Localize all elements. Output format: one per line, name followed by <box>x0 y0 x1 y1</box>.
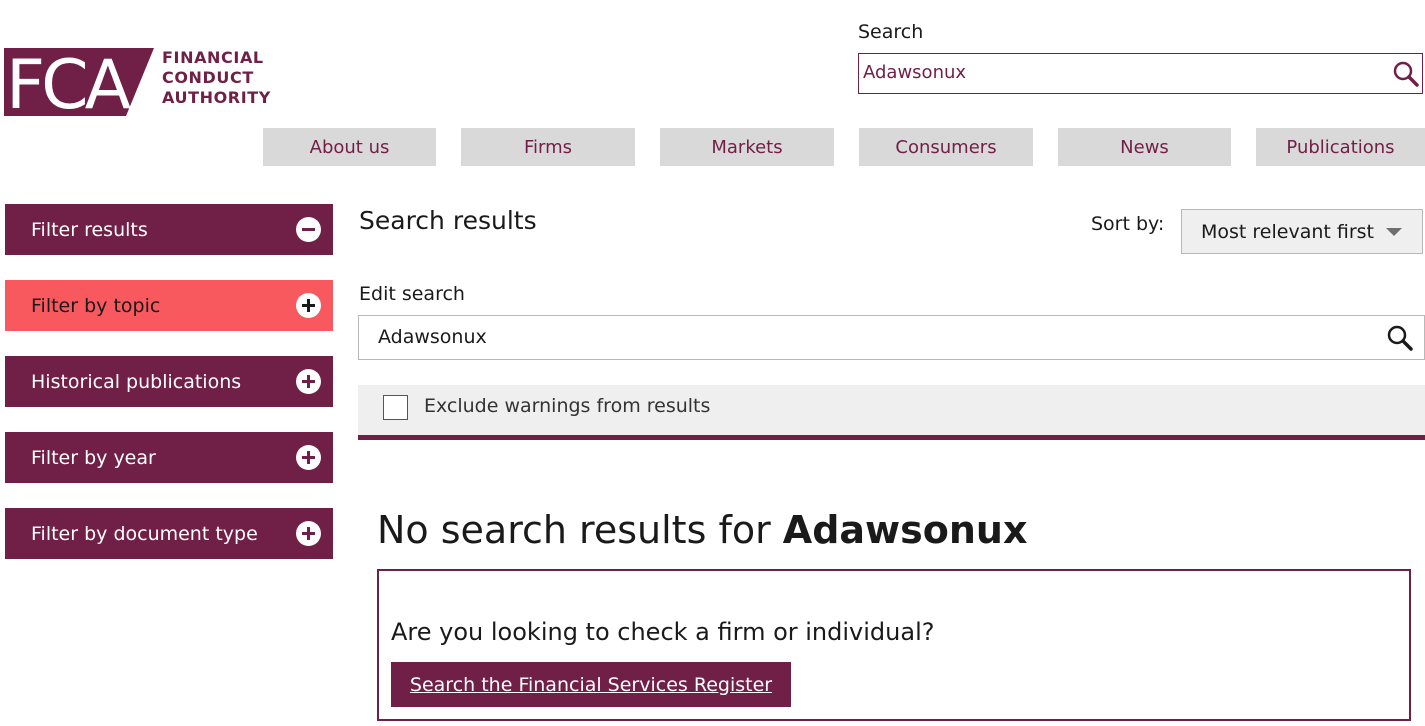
exclude-warnings-bar: Exclude warnings from results <box>358 385 1425 440</box>
sidebar-item-label: Filter results <box>31 218 148 241</box>
sidebar-item-historical-publications[interactable]: Historical publications <box>5 356 333 407</box>
edit-search-input[interactable] <box>378 326 1358 348</box>
edit-search-box <box>358 315 1425 360</box>
sidebar-item-label: Filter by document type <box>31 522 258 545</box>
sort-label: Sort by: <box>1091 213 1165 235</box>
search-register-button[interactable]: Search the Financial Services Register <box>391 662 791 707</box>
header-search-label: Search <box>858 21 924 43</box>
sidebar-item-filter-by-year[interactable]: Filter by year <box>5 432 333 483</box>
no-results-heading: No search results for Adawsonux <box>377 508 1027 552</box>
register-promo-box: Are you looking to check a firm or indiv… <box>377 569 1411 721</box>
chevron-down-icon <box>1386 228 1402 236</box>
fca-logo-mark: FCA <box>4 46 154 118</box>
fca-logo-letters: FCA <box>6 46 131 118</box>
plus-circle-icon <box>296 445 321 470</box>
sidebar-item-label: Filter by year <box>31 446 156 469</box>
sort-select-value: Most relevant first <box>1201 220 1375 243</box>
sidebar-item-label: Filter by topic <box>31 294 161 317</box>
edit-search-label: Edit search <box>359 283 465 305</box>
logo-text: FINANCIAL CONDUCT AUTHORITY <box>162 48 271 108</box>
sidebar-item-filter-by-topic[interactable]: Filter by topic <box>5 280 333 331</box>
nav-news[interactable]: News <box>1058 128 1231 166</box>
nav-publications[interactable]: Publications <box>1256 128 1425 166</box>
plus-circle-icon <box>296 369 321 394</box>
sidebar-item-label: Historical publications <box>31 370 242 393</box>
register-question: Are you looking to check a firm or indiv… <box>391 618 935 646</box>
no-results-prefix: No search results for <box>377 508 783 552</box>
header-search-input[interactable] <box>863 62 1383 83</box>
plus-circle-icon <box>296 293 321 318</box>
sort-select[interactable]: Most relevant first <box>1181 209 1423 254</box>
fca-logo[interactable]: FCA FINANCIAL CONDUCT AUTHORITY <box>4 46 274 118</box>
header-search-box <box>858 53 1423 94</box>
minus-circle-icon <box>296 217 321 242</box>
sidebar-item-filter-by-document-type[interactable]: Filter by document type <box>5 508 333 559</box>
sidebar-item-filter-results[interactable]: Filter results <box>5 204 333 255</box>
nav-firms[interactable]: Firms <box>461 128 635 166</box>
no-results-query: Adawsonux <box>782 508 1028 552</box>
plus-circle-icon <box>296 521 321 546</box>
nav-markets[interactable]: Markets <box>660 128 834 166</box>
nav-about-us[interactable]: About us <box>263 128 436 166</box>
logo-line-2: CONDUCT <box>162 68 254 87</box>
search-icon[interactable] <box>1392 60 1420 88</box>
page-title: Search results <box>359 206 537 235</box>
exclude-warnings-label: Exclude warnings from results <box>424 395 711 417</box>
search-icon[interactable] <box>1386 324 1414 352</box>
logo-line-3: AUTHORITY <box>162 88 271 107</box>
exclude-warnings-checkbox[interactable] <box>383 395 408 420</box>
nav-consumers[interactable]: Consumers <box>859 128 1033 166</box>
logo-line-1: FINANCIAL <box>162 48 264 67</box>
